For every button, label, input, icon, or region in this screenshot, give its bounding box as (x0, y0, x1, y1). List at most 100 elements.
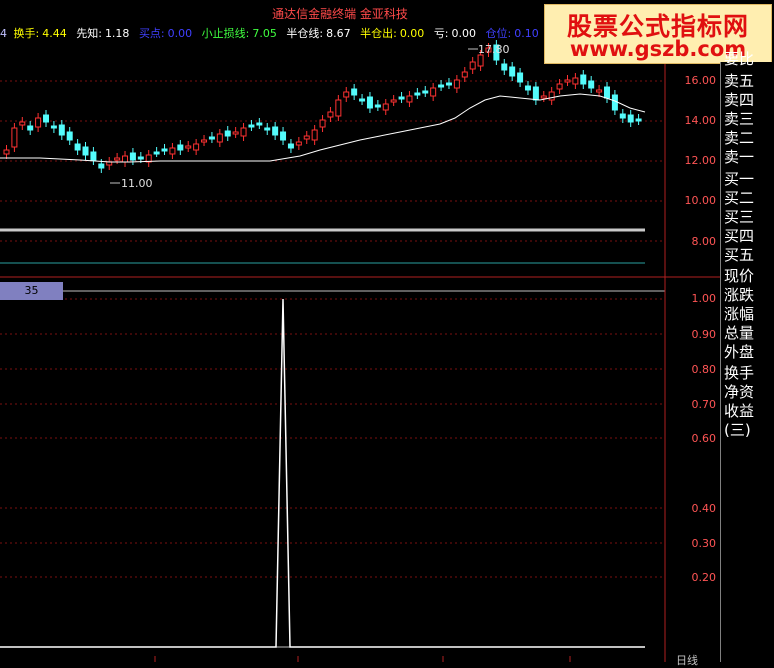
candle-body (619, 113, 626, 119)
candle-body (382, 103, 389, 111)
candle-body (327, 111, 334, 118)
candle-body (35, 117, 42, 128)
candle-body (98, 163, 105, 169)
signal-spike (0, 298, 645, 648)
sub-tick: 0.90 (691, 328, 717, 341)
sub-tick: 0.20 (691, 571, 717, 584)
half-position-value: 8.67 (326, 27, 351, 40)
candle-body (193, 143, 200, 151)
candle-body (509, 66, 516, 77)
candle-body (11, 127, 18, 148)
candle-body (540, 95, 547, 99)
turnover-label: 换手: (13, 27, 40, 40)
candle-body (596, 89, 603, 93)
side-item: 买二 (724, 189, 755, 207)
candle-body (469, 61, 476, 70)
side-item: 涨幅 (724, 305, 755, 323)
candle-body (588, 80, 595, 89)
candle-body (27, 125, 34, 131)
candle-body (635, 118, 642, 122)
chart-canvas[interactable] (0, 0, 774, 662)
sub-tick: 0.60 (691, 432, 717, 445)
candle-body (532, 86, 539, 101)
side-item: 总量 (724, 324, 755, 342)
prophet-value: 1.18 (104, 27, 130, 40)
candle-body (90, 151, 97, 161)
half-position-label: 半仓线: (286, 27, 324, 40)
candle-body (224, 130, 231, 137)
candle-body (517, 72, 524, 83)
half-exit-value: 0.00 (399, 27, 425, 40)
candle-body (603, 86, 610, 99)
half-exit-label: 半仓出: (360, 27, 397, 40)
candle-body (272, 126, 279, 136)
side-item: 卖三 (724, 110, 755, 128)
candle-body (256, 122, 263, 126)
candle-body (280, 131, 287, 141)
indicator-prefix: 4 (0, 27, 7, 40)
position-value: 0.10 (514, 27, 539, 40)
buy-point-label: 买点: (138, 27, 165, 40)
sub-tick: 0.40 (691, 502, 717, 515)
side-item: 净资 (724, 383, 755, 401)
candle-body (114, 157, 121, 161)
candle-body (153, 151, 160, 155)
candle-body (50, 125, 57, 129)
candle-body (453, 79, 460, 89)
candle-body (501, 63, 508, 71)
candle-body (335, 99, 342, 117)
candle-body (398, 96, 405, 100)
price-tick: 10.00 (684, 194, 717, 207)
candle-body (445, 82, 452, 86)
prophet-label: 先知: (76, 27, 102, 40)
side-item: 外盘 (724, 343, 755, 361)
candle-body (240, 127, 247, 137)
candle-body (177, 144, 184, 151)
price-tick: 8.00 (691, 235, 717, 248)
candle-body (580, 74, 587, 85)
candle-body (390, 99, 397, 103)
side-item: 买一 (724, 170, 755, 188)
candle-body (295, 141, 302, 146)
candle-body (248, 124, 255, 128)
price-tick: 16.00 (684, 74, 717, 87)
candle-body (161, 148, 168, 152)
indicator-bar: 4 换手: 4.44 先知: 1.18 买点: 0.00 小止损线: 7.05 半仓线:… (0, 25, 542, 41)
side-item: 卖一 (724, 148, 755, 166)
candle-body (82, 146, 89, 156)
candle-body (461, 71, 468, 78)
candle-body (137, 156, 144, 160)
candle-body (74, 143, 81, 151)
candle-body (343, 91, 350, 98)
low-annotation: 11.00 (121, 177, 153, 190)
side-item: 卖四 (724, 91, 755, 109)
side-item: 现价 (724, 267, 755, 285)
candle-body (185, 145, 192, 149)
side-item: 买五 (724, 246, 755, 264)
sub-panel-tab[interactable]: 35 (0, 282, 63, 300)
candle-body (19, 121, 26, 126)
candle-body (43, 114, 50, 123)
stop-loss-label: 小止损线: (201, 27, 250, 40)
candle-body (351, 88, 358, 96)
buy-point-value: 0.00 (167, 27, 193, 40)
sub-tick: 0.80 (691, 363, 717, 376)
period-tab[interactable]: 日线 (676, 652, 698, 668)
candle-body (66, 131, 73, 141)
loss-value: 0.00 (451, 27, 477, 40)
price-tick: 12.00 (684, 154, 717, 167)
side-item: 买四 (724, 227, 755, 245)
candle-body (319, 119, 326, 128)
candle-body (366, 96, 373, 109)
candle-body (524, 85, 531, 91)
candle-body (438, 84, 445, 88)
side-item: 收益(三) (724, 402, 755, 439)
candle-body (264, 127, 271, 131)
sub-grid (0, 298, 665, 578)
sub-tick: 0.70 (691, 398, 717, 411)
candle-body (3, 149, 10, 155)
sub-tick: 0.30 (691, 537, 717, 550)
candle-body (611, 94, 618, 111)
candle-body (287, 143, 294, 149)
candle-body (303, 135, 310, 140)
